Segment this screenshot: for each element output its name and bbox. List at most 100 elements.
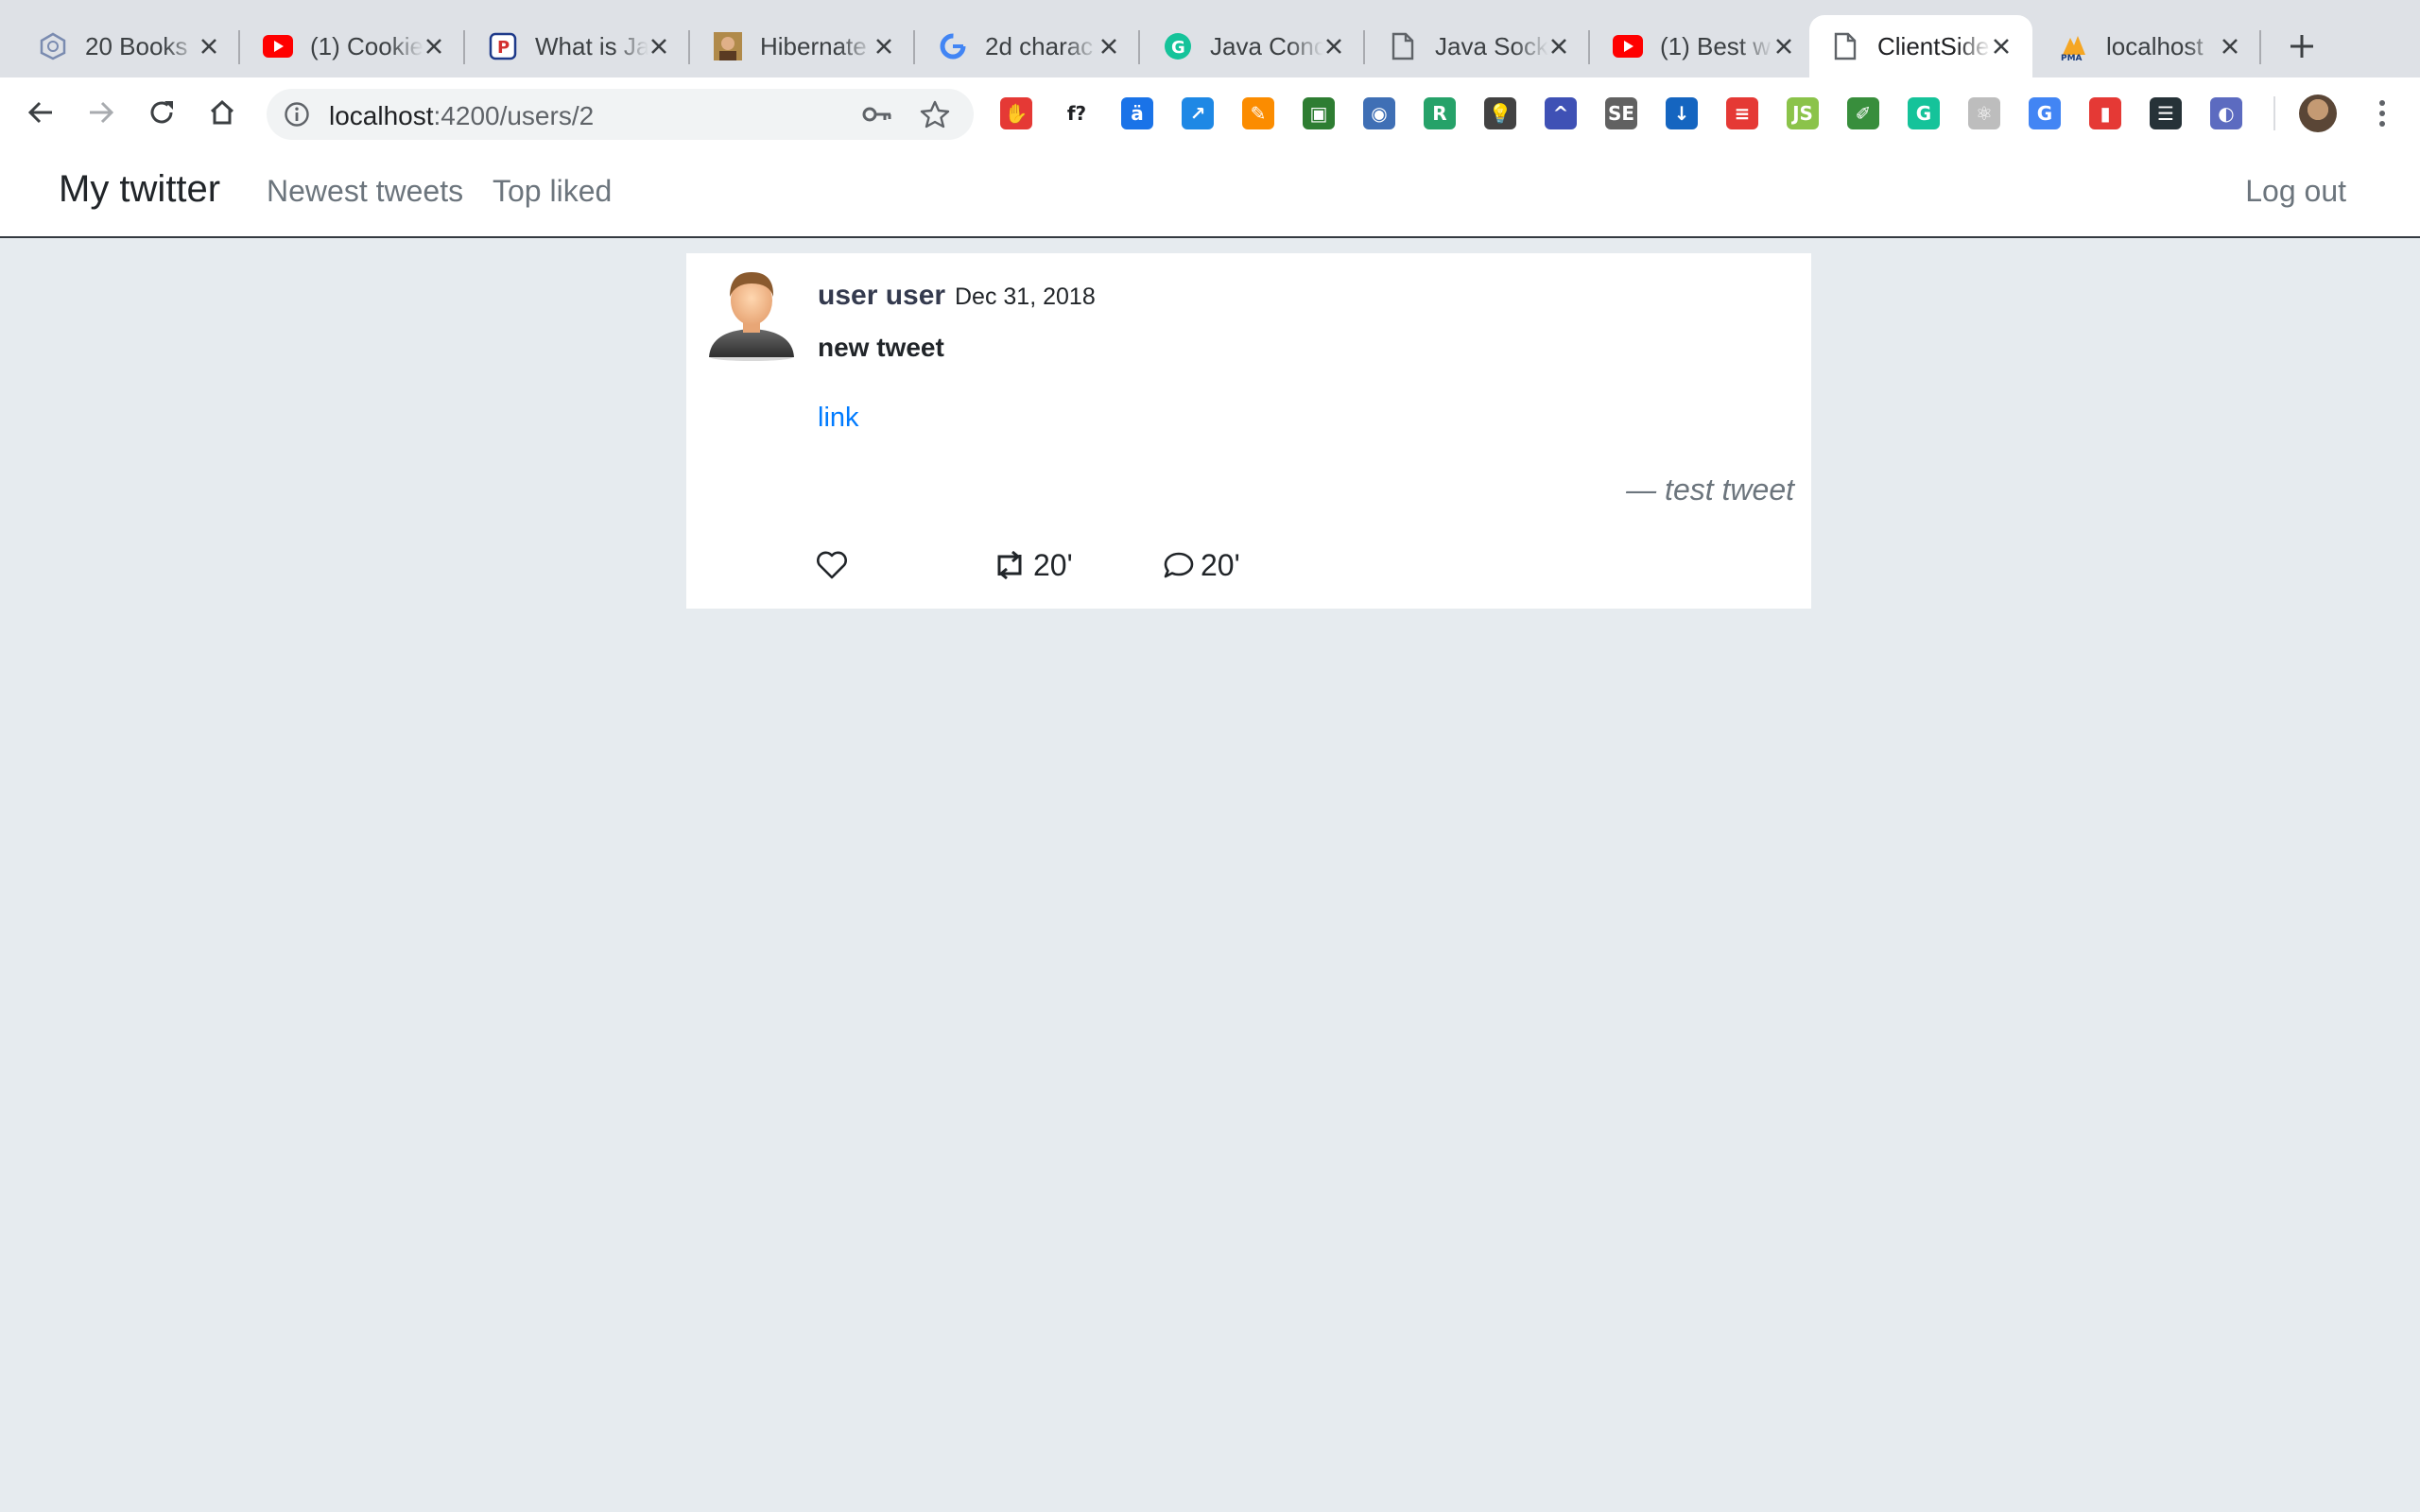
reload-icon [150, 101, 173, 124]
comment-icon [1164, 552, 1194, 578]
document-icon [1388, 31, 1418, 61]
bulb-icon[interactable]: 💡 [1484, 97, 1516, 129]
retweet-icon [997, 551, 1022, 579]
translate-icon[interactable]: G [2029, 97, 2061, 129]
document-icon [1830, 31, 1860, 61]
book-stack-icon [38, 31, 68, 61]
browser-tab[interactable]: 20 Books [17, 15, 240, 77]
adblock-icon[interactable]: ✋ [1000, 97, 1032, 129]
tab-title: Java Conc [1210, 31, 1323, 60]
person-photo-icon [713, 31, 743, 61]
tweet-text: new tweet [818, 333, 944, 362]
browser-tab[interactable]: (1) Best w [1592, 15, 1815, 77]
browser-tab[interactable]: PMA localhost [2038, 15, 2261, 77]
tweet-author[interactable]: user user [818, 280, 945, 312]
tab-title: ClientSide [1877, 31, 1990, 60]
tab-title: (1) Cookie [310, 31, 424, 60]
logout-link[interactable]: Log out [2245, 174, 2346, 209]
arrow-left-icon [27, 101, 52, 124]
address-url: localhost:4200/users/2 [329, 101, 594, 131]
close-icon[interactable] [1095, 32, 1123, 60]
arrow-right-icon [90, 101, 114, 124]
tab-title: Java Sock [1435, 31, 1548, 60]
home-icon [210, 99, 234, 125]
url-path: :4200/users/2 [433, 101, 595, 130]
ruler-icon[interactable]: ä [1121, 97, 1153, 129]
browser-menu-button[interactable] [2363, 94, 2401, 132]
google-icon [938, 31, 968, 61]
avatar[interactable] [707, 266, 796, 361]
grammarly-ext-icon[interactable]: G [1908, 97, 1940, 129]
stack-icon[interactable]: ☰ [2150, 97, 2182, 129]
profile-avatar[interactable] [2299, 94, 2337, 132]
comment-button[interactable]: 20' [1163, 546, 1240, 584]
react-icon[interactable]: ⚛ [1968, 97, 2000, 129]
reload-button[interactable] [142, 93, 182, 132]
screenshot-icon[interactable]: ▣ [1303, 97, 1335, 129]
close-icon[interactable] [195, 32, 223, 60]
nodejs-icon[interactable]: JS [1787, 97, 1819, 129]
tweet-card: user user Dec 31, 2018 new tweet link — … [686, 253, 1811, 609]
like-button[interactable] [816, 546, 848, 584]
browser-tab-strip: 20 Books (1) Cookie P What is Ja Hiberna… [0, 0, 2420, 77]
caret-icon[interactable]: ^ [1545, 97, 1577, 129]
address-bar[interactable]: localhost:4200/users/2 [267, 89, 974, 140]
tab-title: (1) Best w [1660, 31, 1772, 60]
eyedropper-icon[interactable]: ✐ [1847, 97, 1879, 129]
home-button[interactable] [202, 93, 242, 132]
bookmark-star-icon[interactable] [919, 98, 951, 130]
close-icon[interactable] [1987, 32, 2015, 60]
svg-text:P: P [497, 38, 510, 58]
close-icon[interactable] [420, 32, 448, 60]
seo-icon[interactable]: SE [1605, 97, 1637, 129]
app-navbar: My twitter Newest tweets Top liked Log o… [0, 147, 2420, 238]
close-icon[interactable] [1770, 32, 1798, 60]
tab-title: 20 Books [85, 31, 188, 60]
parking-icon: P [488, 31, 518, 61]
lens-icon[interactable]: ◐ [2210, 97, 2242, 129]
tab-title: What is Ja [535, 31, 648, 60]
tweet-link[interactable]: link [818, 403, 859, 434]
brand-link[interactable]: My twitter [59, 168, 220, 211]
tab-title: localhost [2106, 31, 2204, 60]
browser-tab[interactable]: (1) Cookie [242, 15, 465, 77]
comment-count: 20' [1201, 547, 1240, 582]
tab-title: 2d charac [985, 31, 1094, 60]
browser-tab[interactable]: Java Sock [1367, 15, 1590, 77]
nav-newest-tweets[interactable]: Newest tweets [267, 174, 463, 209]
url-host: localhost [329, 101, 434, 130]
browser-tab[interactable]: Hibernate [692, 15, 915, 77]
grammarly-icon: G [1163, 31, 1193, 61]
browser-tab[interactable]: 2d charac [917, 15, 1140, 77]
formula-icon[interactable]: f? [1061, 97, 1093, 129]
todoist-icon[interactable]: ≡ [1726, 97, 1758, 129]
r-icon[interactable]: R [1424, 97, 1456, 129]
retweet-count: 20' [1033, 547, 1073, 582]
camera-icon[interactable]: ◉ [1363, 97, 1395, 129]
svg-text:PMA: PMA [2061, 54, 2083, 60]
back-button[interactable] [21, 93, 60, 132]
browser-toolbar: localhost:4200/users/2 ✋ f? ä ↗ ✎ ▣ ◉ R 💡 ^ SE ↓ ≡ JS… [0, 77, 2420, 147]
close-icon[interactable] [1545, 32, 1573, 60]
browser-tab[interactable]: G Java Conc [1142, 15, 1365, 77]
phpmyadmin-icon: PMA [2059, 31, 2089, 61]
tweet-quote: — test tweet [1626, 472, 1794, 507]
key-icon[interactable] [862, 99, 892, 129]
chart-icon[interactable]: ↗ [1182, 97, 1214, 129]
forward-button[interactable] [81, 93, 121, 132]
tab-title: Hibernate [760, 31, 867, 60]
new-tab-button[interactable] [2278, 23, 2325, 70]
info-icon[interactable] [282, 99, 312, 129]
nav-top-liked[interactable]: Top liked [493, 174, 612, 209]
png-icon[interactable]: ↓ [1666, 97, 1698, 129]
close-icon[interactable] [870, 32, 898, 60]
retweet-button[interactable]: 20' [992, 546, 1073, 584]
toolbar-divider [2273, 96, 2275, 130]
close-icon[interactable] [645, 32, 673, 60]
bars-icon[interactable]: ▮ [2089, 97, 2121, 129]
close-icon[interactable] [1320, 32, 1348, 60]
paint-icon[interactable]: ✎ [1242, 97, 1274, 129]
browser-tab[interactable]: P What is Ja [467, 15, 690, 77]
close-icon[interactable] [2216, 32, 2244, 60]
browser-tab-active[interactable]: ClientSide [1809, 15, 2032, 77]
